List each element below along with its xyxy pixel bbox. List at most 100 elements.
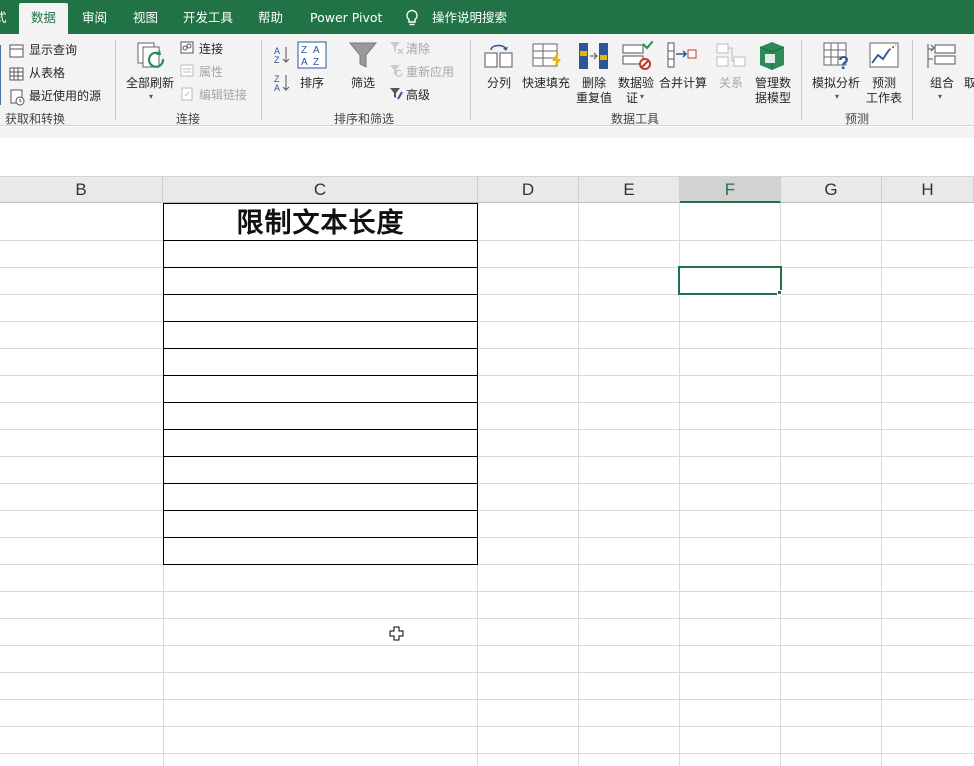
filter-funnel-icon xyxy=(348,41,378,71)
ribbon-tab-bar: 式 数据 审阅 视图 开发工具 帮助 Power Pivot 操作说明搜索 xyxy=(0,0,974,34)
fill-handle[interactable] xyxy=(777,290,782,295)
advanced-filter-icon xyxy=(389,87,404,101)
filter-button[interactable]: 筛选 xyxy=(351,74,375,91)
tab-review[interactable]: 审阅 xyxy=(82,0,107,34)
relationships-icon xyxy=(715,41,747,71)
tell-me-search[interactable]: 操作说明搜索 xyxy=(432,0,507,34)
advanced-button[interactable]: 高级 xyxy=(406,86,430,103)
forecast-sheet-label2: 工作表 xyxy=(866,89,902,106)
gridline xyxy=(0,294,974,295)
consolidate-button[interactable]: 合并计算 xyxy=(659,74,707,91)
group-connections: 连接 xyxy=(176,110,200,127)
text-to-columns-button[interactable]: 分列 xyxy=(487,74,511,91)
gridline xyxy=(0,483,974,484)
what-if-analysis-button[interactable]: 模拟分析 xyxy=(812,74,860,91)
table-row-border xyxy=(164,429,477,430)
group-forecast: 预测 xyxy=(845,110,869,127)
gridline xyxy=(0,402,974,403)
flash-fill-button[interactable]: 快速填充 xyxy=(522,74,570,91)
show-queries-button[interactable]: 显示查询 xyxy=(29,41,77,58)
formula-bar[interactable] xyxy=(0,138,974,177)
remove-duplicates-label2: 重复值 xyxy=(576,89,612,106)
manage-data-model-label2: 据模型 xyxy=(755,89,791,106)
sort-button[interactable]: 排序 xyxy=(300,74,324,91)
lightbulb-icon xyxy=(404,9,420,27)
from-table-button[interactable]: 从表格 xyxy=(29,64,65,81)
table-row-border xyxy=(164,294,477,295)
gridline xyxy=(0,321,974,322)
gridline xyxy=(0,699,974,700)
relationships-button[interactable]: 关系 xyxy=(719,74,743,91)
tab-power-pivot[interactable]: Power Pivot xyxy=(310,0,382,34)
gridline xyxy=(0,240,974,241)
group-get-transform: 获取和转换 xyxy=(5,110,65,127)
edit-links-icon xyxy=(180,87,195,101)
gridline xyxy=(0,726,974,727)
table-row-border xyxy=(164,510,477,511)
reapply-button[interactable]: 重新应用 xyxy=(406,63,454,80)
column-header-b[interactable]: B xyxy=(0,177,163,203)
tab-developer[interactable]: 开发工具 xyxy=(183,0,233,34)
what-if-analysis-icon: ? xyxy=(822,41,854,71)
tab-help[interactable]: 帮助 xyxy=(258,0,283,34)
recent-sources-button[interactable]: 最近使用的源 xyxy=(29,87,101,104)
gridline xyxy=(0,456,974,457)
remove-duplicates-icon xyxy=(578,41,610,71)
column-header-g[interactable]: G xyxy=(781,177,882,203)
gridline xyxy=(0,348,974,349)
separator xyxy=(470,40,471,120)
chevron-down-icon: ▾ xyxy=(149,92,153,101)
text-to-columns-icon xyxy=(483,41,515,71)
ribbon-bottom-strip xyxy=(0,127,974,138)
group-outline-icon xyxy=(925,41,957,71)
column-header-c[interactable]: C xyxy=(163,177,478,203)
gridline xyxy=(0,537,974,538)
separator xyxy=(912,40,913,120)
svg-text:Z: Z xyxy=(313,57,319,68)
svg-text:A: A xyxy=(301,57,308,68)
separator xyxy=(261,40,262,120)
svg-text:A: A xyxy=(274,83,280,93)
column-header-h[interactable]: H xyxy=(882,177,974,203)
gridline xyxy=(578,203,579,766)
gridline xyxy=(0,672,974,673)
worksheet-grid[interactable]: 限制文本长度 xyxy=(0,203,974,766)
table-row-border xyxy=(164,402,477,403)
gridline xyxy=(0,645,974,646)
table-row-border xyxy=(164,348,477,349)
connections-button[interactable]: 连接 xyxy=(199,40,223,57)
column-header-d[interactable]: D xyxy=(478,177,579,203)
ungroup-button-partial[interactable]: 取 xyxy=(964,74,974,91)
clear-button[interactable]: 清除 xyxy=(406,40,430,57)
svg-text:?: ? xyxy=(838,53,849,71)
group-sort-filter: 排序和筛选 xyxy=(334,110,394,127)
consolidate-icon xyxy=(666,41,698,71)
column-header-e[interactable]: E xyxy=(579,177,680,203)
svg-text:Z: Z xyxy=(274,55,280,65)
gridline xyxy=(0,618,974,619)
reapply-icon xyxy=(389,64,404,78)
table-row-border xyxy=(164,240,477,241)
tab-formulas-partial[interactable]: 式 xyxy=(0,0,7,34)
gridline xyxy=(0,429,974,430)
column-header-f[interactable]: F xyxy=(680,177,781,203)
table-row-border xyxy=(164,537,477,538)
properties-button[interactable]: 属性 xyxy=(199,63,223,80)
table-row-border xyxy=(164,375,477,376)
gridline xyxy=(0,375,974,376)
chevron-down-icon: ▾ xyxy=(835,92,839,101)
chevron-down-icon: ▾ xyxy=(938,92,942,101)
active-cell-selection[interactable] xyxy=(678,266,782,295)
tab-view[interactable]: 视图 xyxy=(133,0,158,34)
tab-data[interactable]: 数据 xyxy=(19,3,68,34)
edit-links-button[interactable]: 编辑链接 xyxy=(199,86,247,103)
clear-filter-icon xyxy=(389,41,404,55)
data-validation-icon xyxy=(621,41,653,71)
gridline xyxy=(0,753,974,754)
bordered-table: 限制文本长度 xyxy=(163,203,478,565)
gridline xyxy=(0,267,974,268)
table-row-border xyxy=(164,267,477,268)
table-title-cell[interactable]: 限制文本长度 xyxy=(164,204,477,241)
group-button[interactable]: 组合 xyxy=(930,74,954,91)
refresh-all-button[interactable]: 全部刷新 xyxy=(126,74,174,91)
